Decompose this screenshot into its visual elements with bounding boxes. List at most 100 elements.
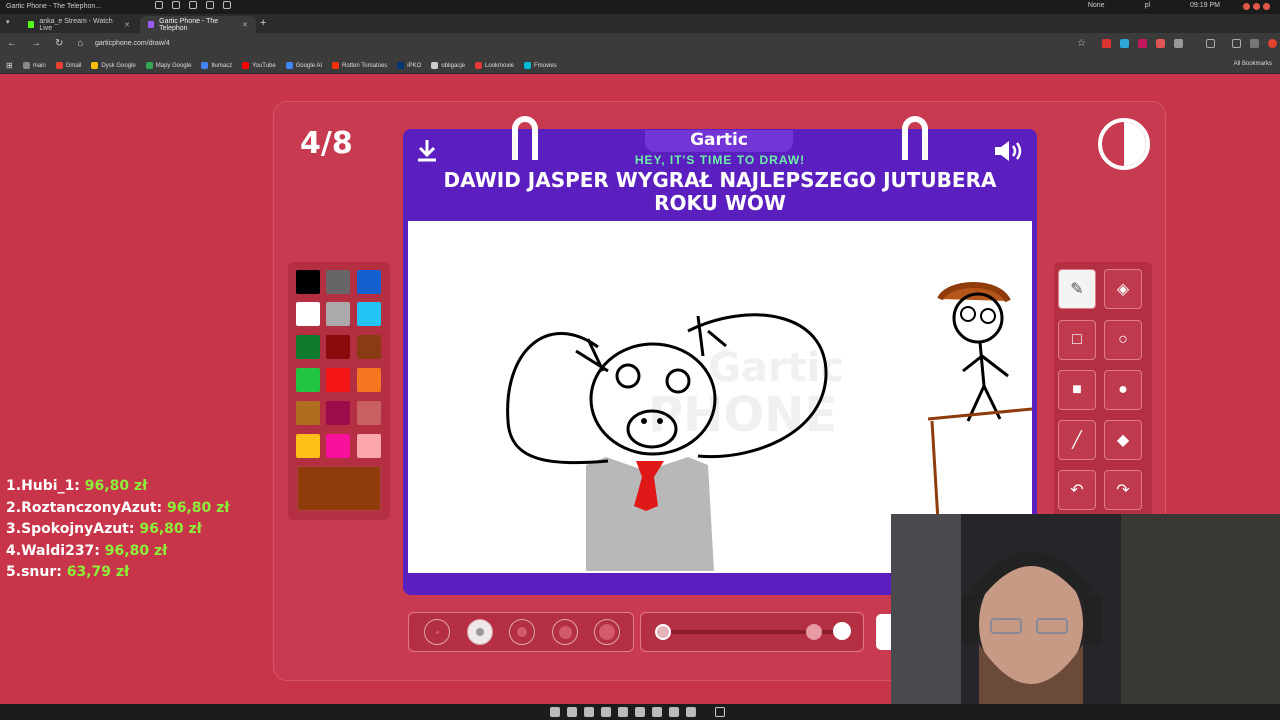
home-icon[interactable]: ⌂: [77, 38, 83, 49]
brush-size-2[interactable]: [467, 619, 493, 645]
color-swatch-rose[interactable]: [357, 401, 381, 425]
indicator-label[interactable]: None: [1088, 2, 1105, 9]
account-icon[interactable]: [1250, 39, 1259, 48]
back-icon[interactable]: ←: [7, 38, 17, 49]
bookmark-item[interactable]: tłumacz: [201, 62, 232, 69]
drive-icon: [91, 62, 99, 69]
chrome-icon[interactable]: [601, 707, 611, 717]
page-icon: [431, 62, 439, 69]
color-swatch-brown[interactable]: [357, 335, 381, 359]
color-swatch-white[interactable]: [296, 302, 320, 326]
color-swatch-dark-red[interactable]: [326, 335, 350, 359]
movie-icon: [475, 62, 482, 69]
pen-icon[interactable]: ✎: [1058, 269, 1096, 309]
bookmark-star-icon[interactable]: ☆: [1077, 38, 1086, 49]
bookmark-item[interactable]: Lookmovie: [475, 62, 514, 69]
eraser-icon[interactable]: ◈: [1104, 269, 1142, 309]
app-grid-icon[interactable]: [715, 707, 725, 717]
bookmark-item[interactable]: YouTube: [242, 62, 276, 69]
contrast-toggle-icon[interactable]: [1098, 118, 1150, 170]
color-swatch-blue[interactable]: [357, 270, 381, 294]
app-icon[interactable]: [652, 707, 662, 717]
color-swatch-light-pink[interactable]: [357, 434, 381, 458]
clock[interactable]: 09:19 PM: [1190, 2, 1220, 9]
color-swatch-tan[interactable]: [296, 401, 320, 425]
reload-icon[interactable]: ↻: [55, 38, 63, 49]
sidebar-icon[interactable]: [1206, 39, 1215, 48]
apps-icon[interactable]: ⊞: [6, 61, 13, 70]
app-icon[interactable]: [584, 707, 594, 717]
download-icon[interactable]: [1232, 39, 1241, 48]
brush-size-3[interactable]: [509, 619, 535, 645]
bookmark-item[interactable]: Fmovies: [524, 62, 557, 69]
color-swatch-gray[interactable]: [326, 270, 350, 294]
bookmark-item[interactable]: Rotten Tomatoes: [332, 62, 387, 69]
tab-search-icon[interactable]: ▾: [6, 18, 10, 26]
keyboard-layout[interactable]: pl: [1145, 2, 1150, 9]
forward-icon[interactable]: →: [31, 38, 41, 49]
color-swatch-red[interactable]: [326, 368, 350, 392]
folder-icon: [22, 62, 30, 69]
minimize-button[interactable]: [1243, 3, 1250, 10]
url-field[interactable]: garticphone.com/draw/4: [95, 40, 170, 47]
steam-icon[interactable]: [669, 707, 679, 717]
bookmark-item[interactable]: Gmail: [55, 62, 81, 69]
ellipse-fill-icon[interactable]: ●: [1104, 370, 1142, 410]
bookmark-item[interactable]: Google AI: [285, 62, 322, 69]
color-swatch-black[interactable]: [296, 270, 320, 294]
discord-icon[interactable]: [635, 707, 645, 717]
app-icon[interactable]: [686, 707, 696, 717]
rect-outline-icon[interactable]: □: [1058, 320, 1096, 360]
color-swatch-dark-green[interactable]: [296, 335, 320, 359]
tab-gartic[interactable]: Gartic Phone - The Telephon ✕: [140, 16, 256, 33]
profile-avatar[interactable]: [1268, 39, 1277, 48]
color-swatch-maroon[interactable]: [326, 401, 350, 425]
undo-icon[interactable]: ↶: [1058, 470, 1096, 510]
bookmark-item[interactable]: obligacje: [431, 62, 465, 69]
bookmark-item[interactable]: main: [22, 62, 46, 69]
bookmarks-bar: ⊞ main Gmail Dysk Google Mapy Google tłu…: [0, 56, 1280, 74]
files-icon[interactable]: [550, 707, 560, 717]
window-icon[interactable]: [172, 1, 180, 9]
brush-size-4[interactable]: [552, 619, 578, 645]
window-icon[interactable]: [206, 1, 214, 9]
bookmark-item[interactable]: Dysk Google: [91, 62, 136, 69]
close-tab-icon[interactable]: ✕: [124, 21, 130, 29]
app-icon[interactable]: [618, 707, 628, 717]
close-button[interactable]: [1263, 3, 1270, 10]
extension-icon[interactable]: [1156, 39, 1165, 48]
bucket-icon[interactable]: ◆: [1104, 420, 1142, 460]
current-color-swatch[interactable]: [297, 466, 381, 511]
opacity-slider-thumb[interactable]: [833, 622, 851, 640]
color-swatch-light-blue[interactable]: [357, 302, 381, 326]
maximize-button[interactable]: [1253, 3, 1260, 10]
bookmark-item[interactable]: Mapy Google: [145, 62, 191, 69]
all-bookmarks-button[interactable]: All Bookmarks: [1234, 61, 1272, 67]
new-tab-button[interactable]: +: [260, 17, 266, 29]
ellipse-outline-icon[interactable]: ○: [1104, 320, 1142, 360]
brush-size-1[interactable]: [424, 619, 450, 645]
redo-icon[interactable]: ↷: [1104, 470, 1142, 510]
color-swatch-green[interactable]: [296, 368, 320, 392]
extension-icon[interactable]: [1138, 39, 1147, 48]
color-swatch-pink[interactable]: [326, 434, 350, 458]
translate-icon: [201, 62, 209, 69]
window-icon[interactable]: [189, 1, 197, 9]
round-counter: 4/8: [300, 126, 353, 161]
bookmark-item[interactable]: iPKO: [397, 62, 421, 69]
extension-icon[interactable]: [1120, 39, 1129, 48]
tab-kick[interactable]: anka_e Stream - Watch Live ✕: [20, 16, 138, 33]
line-icon[interactable]: ╱: [1058, 420, 1096, 460]
extensions-puzzle-icon[interactable]: [1174, 39, 1183, 48]
color-swatch-orange[interactable]: [357, 368, 381, 392]
terminal-icon[interactable]: [567, 707, 577, 717]
color-swatch-yellow[interactable]: [296, 434, 320, 458]
color-swatch-light-gray[interactable]: [326, 302, 350, 326]
brush-size-5[interactable]: [594, 619, 620, 645]
rect-fill-icon[interactable]: ■: [1058, 370, 1096, 410]
window-icon[interactable]: [223, 1, 231, 9]
window-icon[interactable]: [155, 1, 163, 9]
extension-icon[interactable]: [1102, 39, 1111, 48]
close-tab-icon[interactable]: ✕: [242, 21, 248, 29]
system-tray: None pl 09:19 PM: [1088, 2, 1220, 9]
